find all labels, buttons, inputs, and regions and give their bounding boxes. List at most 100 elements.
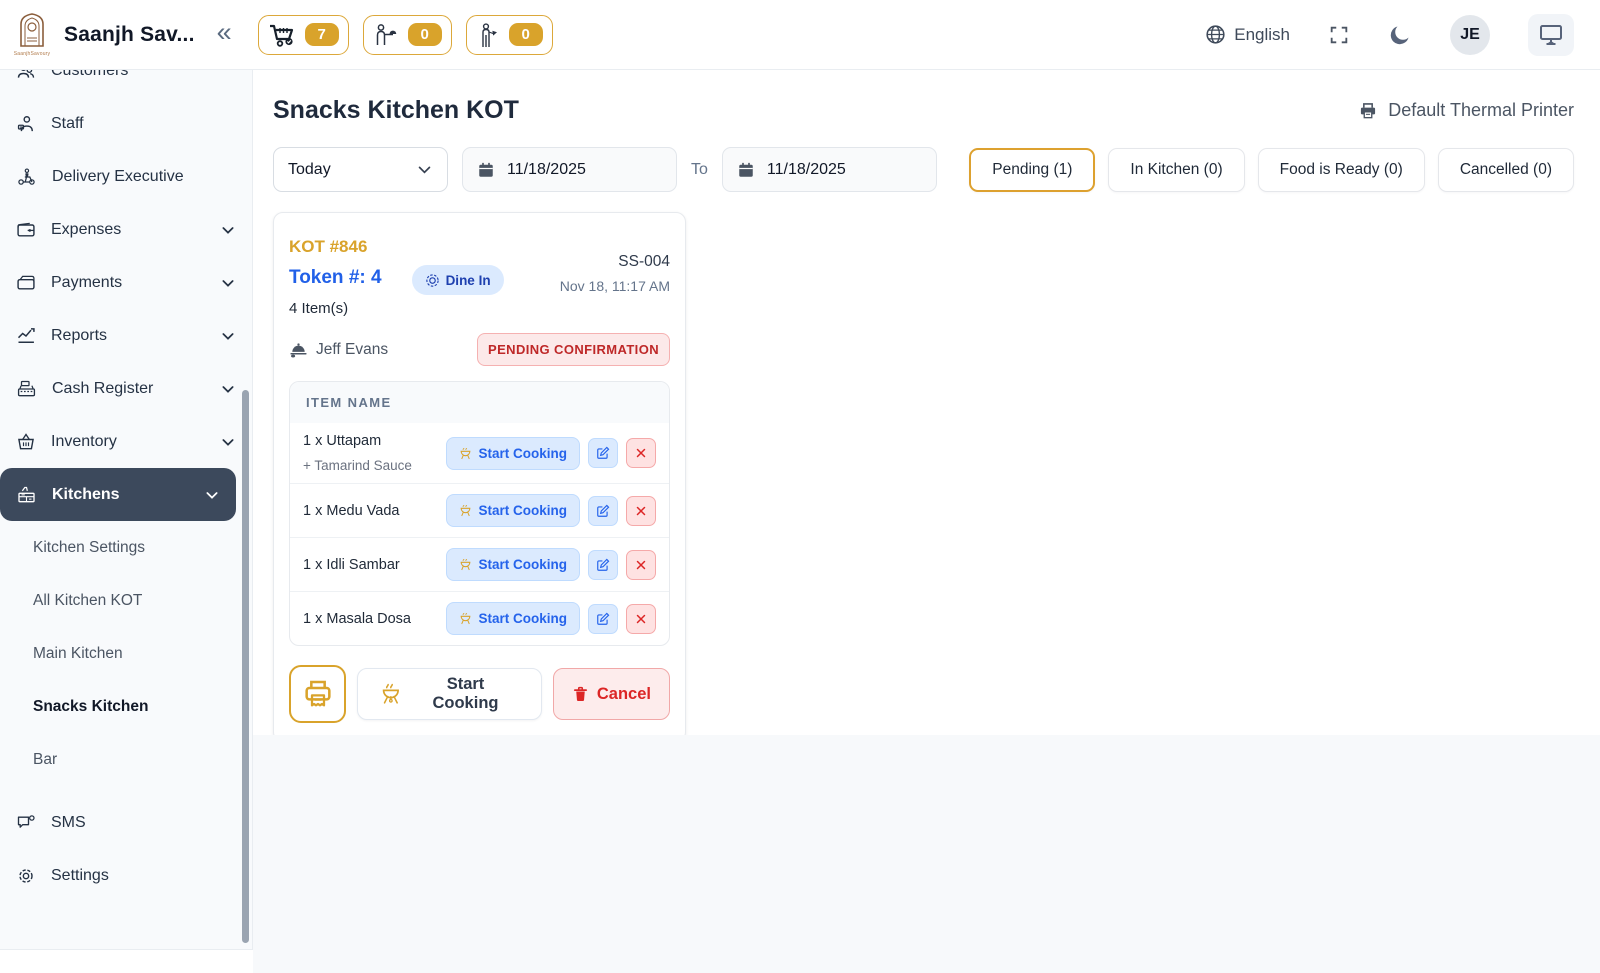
sidebar-subitem-label: Kitchen Settings (33, 539, 145, 557)
date-range-select[interactable]: Today (273, 147, 448, 192)
user-avatar[interactable]: JE (1450, 15, 1490, 55)
page-title: Snacks Kitchen KOT (273, 96, 519, 125)
server-name: Jeff Evans (316, 341, 388, 359)
table-row: 1 x Masala Dosa Start Cooking (290, 591, 669, 645)
sidebar-collapse-button[interactable]: « (217, 19, 232, 50)
chevron-down-icon (220, 275, 236, 291)
sidebar-subitem-label: All Kitchen KOT (33, 592, 142, 610)
sidebar-item-label: Settings (51, 867, 109, 885)
waiter-serving-badge-button[interactable]: 0 (363, 15, 452, 55)
start-cooking-item-button[interactable]: Start Cooking (446, 437, 580, 470)
sidebar-subitem-kitchen-settings[interactable]: Kitchen Settings (0, 521, 252, 574)
sidebar-item-kitchens[interactable]: Kitchens (0, 468, 236, 521)
server-info: Jeff Evans (289, 341, 388, 359)
close-icon (635, 505, 647, 517)
sidebar-item-label: Customers (51, 70, 128, 80)
dark-mode-toggle[interactable] (1388, 23, 1412, 47)
date-to-input[interactable]: 11/18/2025 (722, 147, 937, 192)
sidebar-item-settings[interactable]: Settings (0, 849, 252, 902)
logo-emblem-icon (15, 12, 49, 50)
edit-pencil-icon (596, 558, 610, 572)
kot-card: KOT #846 Token #: 4 4 Item(s) Dine In SS… (273, 212, 686, 742)
sidebar-item-sms[interactable]: SMS (0, 796, 252, 849)
chevron-down-icon (416, 161, 433, 178)
app-title: Saanjh Sav... (64, 23, 195, 47)
edit-item-button[interactable] (588, 438, 618, 468)
start-cooking-item-button[interactable]: Start Cooking (446, 494, 580, 527)
sidebar-subitem-main-kitchen[interactable]: Main Kitchen (0, 627, 252, 680)
table-row: 1 x Medu Vada Start Cooking (290, 483, 669, 537)
top-right-controls: English JE (1205, 14, 1574, 56)
kot-number: KOT #846 (289, 237, 382, 257)
status-tabs: Pending (1) In Kitchen (0) Food is Ready… (969, 148, 1574, 192)
table-row: 1 x Idli Sambar Start Cooking (290, 537, 669, 591)
sidebar-scrollbar[interactable] (242, 390, 249, 943)
waiter-standing-badge-button[interactable]: 0 (466, 15, 553, 55)
chevron-down-icon (204, 487, 220, 503)
tab-pending[interactable]: Pending (1) (969, 148, 1095, 192)
sidebar-subitem-snacks-kitchen[interactable]: Snacks Kitchen (0, 680, 252, 733)
cancel-kot-button[interactable]: Cancel (553, 668, 670, 720)
sidebar-item-staff[interactable]: Staff (0, 97, 252, 150)
chevron-down-icon (220, 434, 236, 450)
start-cooking-item-button[interactable]: Start Cooking (446, 548, 580, 581)
content-background-lower (253, 735, 1600, 973)
items-count: 4 Item(s) (289, 300, 382, 317)
language-selector[interactable]: English (1205, 24, 1290, 45)
date-from-input[interactable]: 11/18/2025 (462, 147, 677, 192)
start-cooking-all-button[interactable]: Start Cooking (357, 668, 542, 720)
chevron-down-icon (220, 328, 236, 344)
cart-count: 7 (305, 23, 339, 46)
sidebar-item-label: SMS (51, 814, 86, 832)
display-mode-button[interactable] (1528, 14, 1574, 56)
expenses-wallet-icon (16, 220, 36, 240)
token-number: Token #: 4 (289, 267, 382, 289)
sidebar-item-expenses[interactable]: Expenses (0, 203, 252, 256)
print-kot-button[interactable] (289, 665, 346, 723)
cart-check-icon (268, 23, 296, 47)
start-cooking-all-label: Start Cooking (412, 675, 519, 713)
start-cooking-item-label: Start Cooking (478, 446, 567, 461)
sidebar-item-inventory[interactable]: Inventory (0, 415, 252, 468)
fullscreen-button[interactable] (1328, 24, 1350, 46)
sidebar-subitem-label: Snacks Kitchen (33, 698, 148, 716)
sidebar-item-customers[interactable]: Customers (0, 70, 252, 97)
grill-icon (459, 504, 472, 517)
sidebar-item-label: Reports (51, 327, 107, 345)
sidebar-item-label: Expenses (51, 221, 121, 239)
sidebar-item-payments[interactable]: Payments (0, 256, 252, 309)
sidebar-item-label: Kitchens (52, 486, 120, 504)
delivery-scooter-icon (16, 167, 37, 187)
cart-badge-button[interactable]: 7 (258, 15, 349, 55)
sidebar-subitem-bar[interactable]: Bar (0, 733, 252, 786)
tab-food-is-ready[interactable]: Food is Ready (0) (1258, 148, 1425, 192)
grill-icon (380, 683, 402, 705)
calendar-icon (477, 161, 495, 179)
sidebar-item-delivery-executive[interactable]: Delivery Executive (0, 150, 252, 203)
sidebar-item-reports[interactable]: Reports (0, 309, 252, 362)
tab-in-kitchen[interactable]: In Kitchen (0) (1108, 148, 1244, 192)
edit-item-button[interactable] (588, 496, 618, 526)
sidebar-subitem-all-kitchen-kot[interactable]: All Kitchen KOT (0, 574, 252, 627)
customers-icon (16, 70, 36, 81)
start-cooking-item-button[interactable]: Start Cooking (446, 602, 580, 635)
start-cooking-item-label: Start Cooking (478, 611, 567, 626)
remove-item-button[interactable] (626, 604, 656, 634)
printer-icon (1358, 101, 1378, 121)
remove-item-button[interactable] (626, 550, 656, 580)
tab-cancelled[interactable]: Cancelled (0) (1438, 148, 1574, 192)
sidebar-item-cash-register[interactable]: Cash Register (0, 362, 252, 415)
waiter-serving-count: 0 (408, 23, 442, 46)
edit-item-button[interactable] (588, 550, 618, 580)
sidebar-item-label: Payments (51, 274, 122, 292)
grill-icon (459, 447, 472, 460)
sidebar-subitem-label: Bar (33, 751, 57, 769)
cash-register-icon (16, 379, 37, 399)
remove-item-button[interactable] (626, 438, 656, 468)
staff-icon (16, 114, 36, 134)
moon-icon (1388, 23, 1412, 47)
sidebar-section-gap (0, 786, 252, 796)
edit-item-button[interactable] (588, 604, 618, 634)
default-printer-selector[interactable]: Default Thermal Printer (1358, 100, 1574, 121)
remove-item-button[interactable] (626, 496, 656, 526)
